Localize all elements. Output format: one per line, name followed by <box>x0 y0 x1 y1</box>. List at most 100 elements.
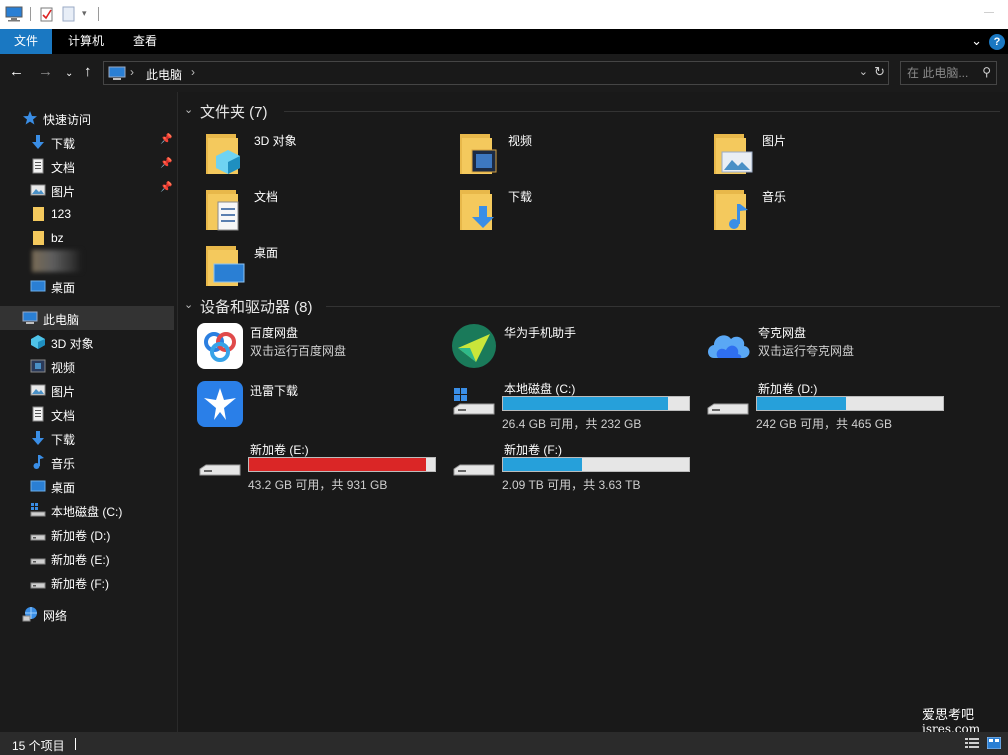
sidebar-item-quick-access[interactable]: 快速访问 <box>0 106 174 130</box>
folder-downloads[interactable]: 下载 <box>454 186 704 240</box>
network-icon <box>22 607 37 622</box>
search-input[interactable] <box>907 65 979 81</box>
sidebar-item-drive-e[interactable]: 新加卷 (E:) <box>0 546 174 570</box>
document-icon <box>32 406 44 422</box>
watermark-line1: 爱思考吧 <box>922 708 975 723</box>
new-folder-icon[interactable] <box>62 6 76 22</box>
sidebar-item-this-pc[interactable]: 此电脑 <box>0 306 174 330</box>
refresh-icon[interactable]: ↻ <box>874 64 885 80</box>
huawei-hisuite-icon <box>452 324 496 368</box>
sidebar-item-desktop-pc[interactable]: 桌面 <box>0 474 174 498</box>
download-icon <box>32 135 44 149</box>
sidebar-item-drive-d[interactable]: 新加卷 (D:) <box>0 522 174 546</box>
drive-e[interactable]: 新加卷 (E:) 43.2 GB 可用，共 931 GB <box>196 439 446 493</box>
folder-3d-objects[interactable]: 3D 对象 <box>200 130 450 184</box>
search-icon[interactable]: ⚲ <box>982 65 991 79</box>
search-box[interactable]: ⚲ <box>900 61 997 85</box>
drive-icon <box>30 534 46 541</box>
app-quark-netdisk[interactable]: 夸克网盘 双击运行夸克网盘 <box>704 322 954 376</box>
properties-icon[interactable] <box>40 6 54 22</box>
sidebar-item-label: 新加卷 (E:) <box>51 553 110 567</box>
drive-icon <box>30 582 46 589</box>
sidebar-item-drive-f[interactable]: 新加卷 (F:) <box>0 570 174 594</box>
drive-c[interactable]: 本地磁盘 (C:) 26.4 GB 可用，共 232 GB <box>450 378 700 432</box>
details-view-icon[interactable] <box>965 737 979 749</box>
tab-file[interactable]: 文件 <box>0 29 52 54</box>
sidebar-item-label: 图片 <box>51 385 76 399</box>
folder-documents[interactable]: 文档 <box>200 186 450 240</box>
breadcrumb-separator-icon[interactable]: › <box>130 65 134 79</box>
customize-toolbar-icon[interactable]: ▾ <box>82 8 87 19</box>
breadcrumb-this-pc[interactable]: 此电脑 <box>146 66 182 83</box>
address-dropdown-icon[interactable]: ⌄ <box>859 65 868 78</box>
sidebar-item-drive-c[interactable]: 本地磁盘 (C:) <box>0 498 174 522</box>
app-name: 迅雷下载 <box>250 384 299 398</box>
sidebar-item-pictures[interactable]: 图片 📌 <box>0 178 174 202</box>
sidebar-item-network[interactable]: 网络 <box>0 602 174 626</box>
sidebar-item-label: 音乐 <box>51 457 76 471</box>
drive-name: 新加卷 (F:) <box>504 443 562 457</box>
back-button[interactable]: ← <box>9 62 24 82</box>
video-folder-icon <box>460 134 497 174</box>
drive-free-space: 26.4 GB 可用，共 232 GB <box>502 417 642 431</box>
sidebar-item-videos[interactable]: 视频 <box>0 354 174 378</box>
sidebar-item-desktop[interactable]: 桌面 <box>0 274 174 298</box>
status-bar: 15 个项目 <box>0 732 1008 755</box>
sidebar-item-music[interactable]: 音乐 <box>0 450 174 474</box>
app-thunder-download[interactable]: 迅雷下载 <box>196 380 446 434</box>
drive-free-space: 43.2 GB 可用，共 931 GB <box>248 478 388 492</box>
sidebar-item-label: 新加卷 (F:) <box>51 577 109 591</box>
sidebar-item-downloads[interactable]: 下载 📌 <box>0 130 174 154</box>
sidebar-item-documents[interactable]: 文档 📌 <box>0 154 174 178</box>
pin-icon[interactable]: 📌 <box>160 182 172 193</box>
group-header-devices[interactable]: ⌄ 设备和驱动器 (8) <box>184 296 1000 316</box>
minimize-button[interactable] <box>984 12 994 13</box>
sidebar-item-label: 新加卷 (D:) <box>51 529 111 543</box>
sidebar-item-folder-123[interactable]: 123 <box>0 202 174 226</box>
sidebar-item-documents-pc[interactable]: 文档 <box>0 402 174 426</box>
pin-icon[interactable]: 📌 <box>160 134 172 145</box>
document-folder-icon <box>206 190 239 231</box>
drive-usage-bar <box>248 457 436 472</box>
folder-icon <box>33 231 44 245</box>
drive-f[interactable]: 新加卷 (F:) 2.09 TB 可用，共 3.63 TB <box>450 439 700 493</box>
forward-button[interactable]: → <box>38 62 53 82</box>
expand-ribbon-icon[interactable]: ⌄ <box>971 33 982 49</box>
sidebar-item-folder-bz[interactable]: bz <box>0 226 174 250</box>
tab-computer[interactable]: 计算机 <box>58 29 114 54</box>
sidebar-item-label: 本地磁盘 (C:) <box>51 505 123 519</box>
app-baidu-netdisk[interactable]: 百度网盘 双击运行百度网盘 <box>196 322 446 376</box>
sidebar-item-label: 3D 对象 <box>51 337 94 351</box>
sidebar-item-pictures-pc[interactable]: 图片 <box>0 378 174 402</box>
app-huawei-hisuite[interactable]: 华为手机助手 <box>450 322 700 376</box>
group-header-folders[interactable]: ⌄ 文件夹 (7) <box>184 101 1000 121</box>
folder-name: 视频 <box>508 134 533 148</box>
collapse-icon[interactable]: ⌄ <box>184 103 193 116</box>
tab-view[interactable]: 查看 <box>124 29 166 54</box>
folder-name: 桌面 <box>254 246 279 260</box>
sidebar-item-label: 此电脑 <box>43 313 80 327</box>
folder-music[interactable]: 音乐 <box>708 186 958 240</box>
folder-videos[interactable]: 视频 <box>454 130 704 184</box>
tiles-view-icon[interactable] <box>987 737 1001 749</box>
sidebar-item-3d-objects[interactable]: 3D 对象 <box>0 330 174 354</box>
drive-name: 新加卷 (D:) <box>758 382 818 396</box>
sidebar-item-downloads-pc[interactable]: 下载 <box>0 426 174 450</box>
help-icon[interactable]: ? <box>989 34 1005 50</box>
breadcrumb-separator-icon[interactable]: › <box>191 65 195 79</box>
music-icon <box>33 455 44 469</box>
drive-d[interactable]: 新加卷 (D:) 242 GB 可用，共 465 GB <box>704 378 954 432</box>
navigation-bar: ← → ⌄ ↑ › 此电脑 › ⌄ ↻ ⚲ <box>0 54 1008 92</box>
address-bar[interactable]: › 此电脑 › ⌄ ↻ <box>103 61 889 85</box>
folder-desktop[interactable]: 桌面 <box>200 242 450 296</box>
collapse-icon[interactable]: ⌄ <box>184 298 193 311</box>
drive-icon <box>453 464 495 476</box>
recent-locations-button[interactable]: ⌄ <box>65 64 73 84</box>
group-divider <box>284 111 1000 112</box>
download-icon <box>32 431 44 445</box>
folder-pictures[interactable]: 图片 <box>708 130 958 184</box>
pin-icon[interactable]: 📌 <box>160 158 172 169</box>
picture-icon <box>30 384 46 396</box>
drive-usage-fill <box>757 397 847 410</box>
up-button[interactable]: ↑ <box>84 62 92 82</box>
